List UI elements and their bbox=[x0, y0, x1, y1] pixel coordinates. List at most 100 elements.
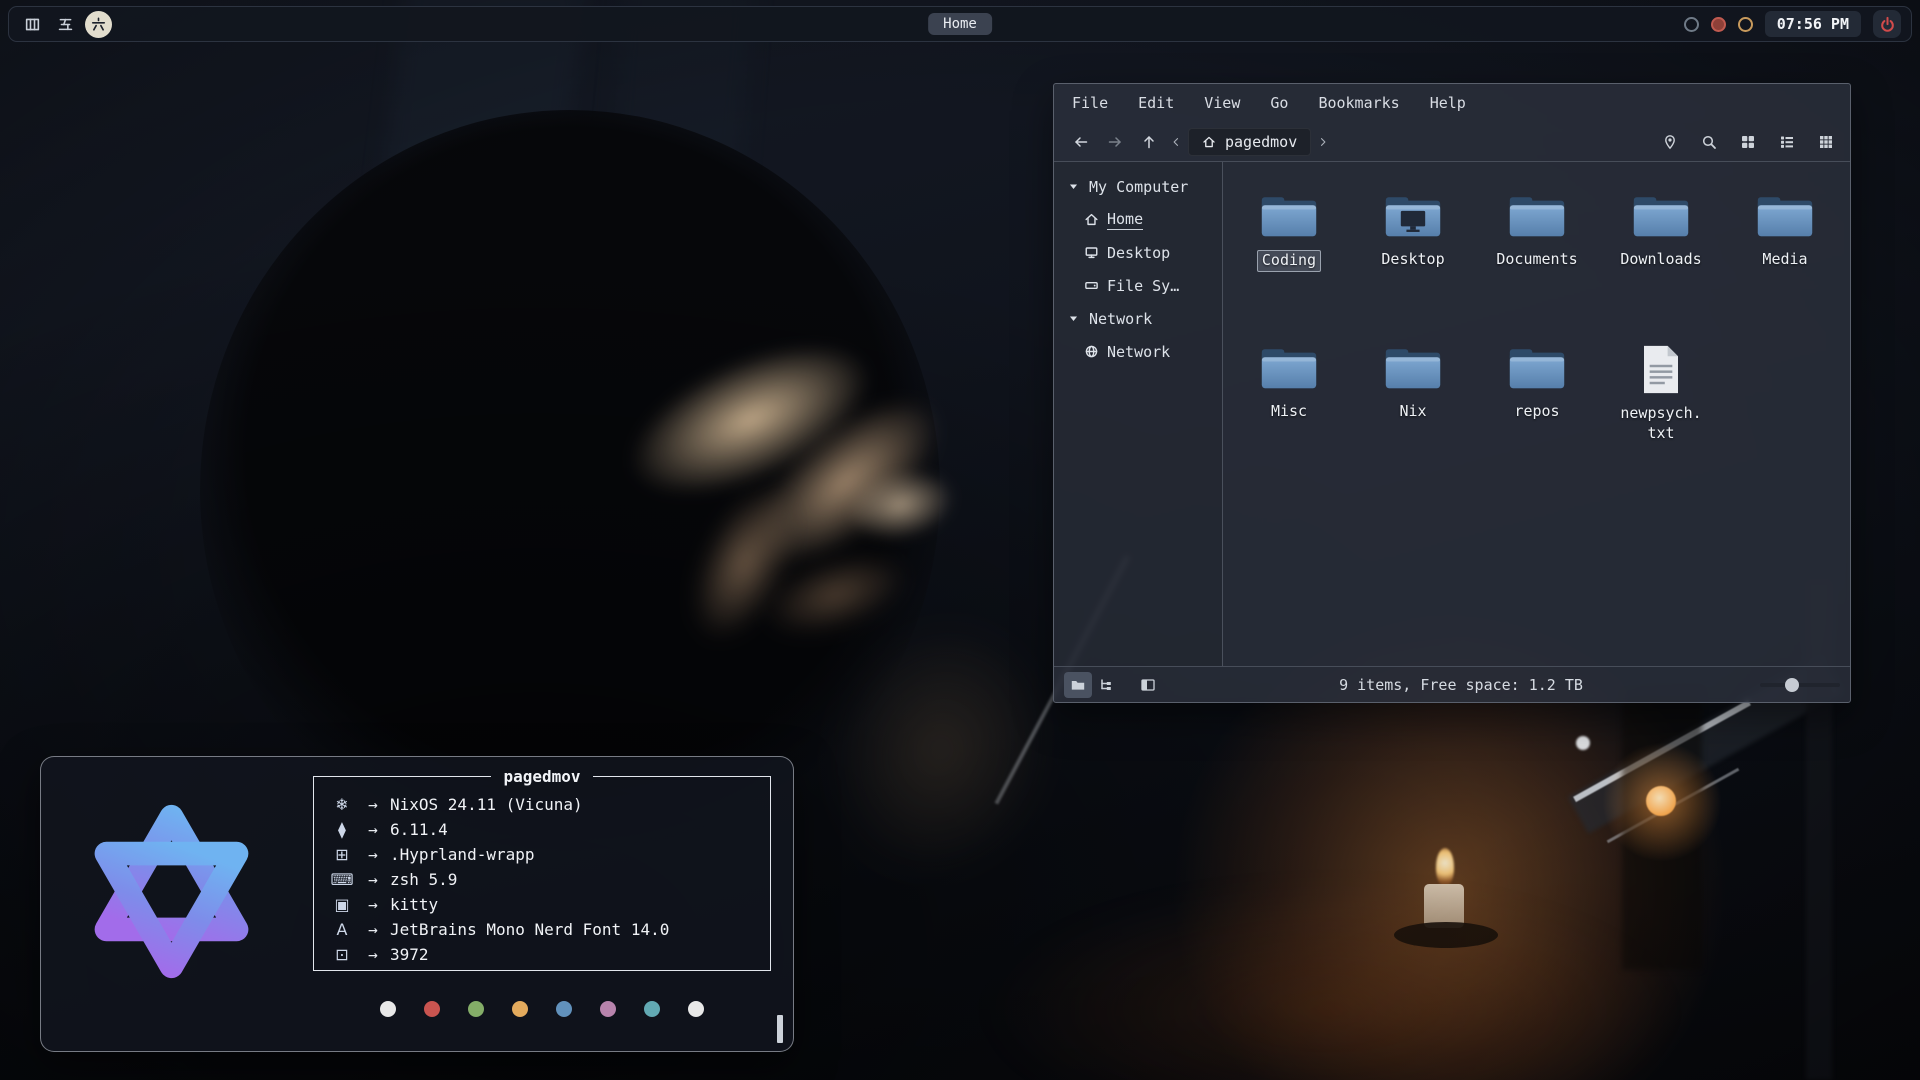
folder-icon bbox=[1631, 192, 1691, 241]
forward-button[interactable] bbox=[1100, 128, 1130, 156]
fetch-row-packages: ⊡ → 3972 bbox=[314, 942, 770, 967]
status-text: 9 items, Free space: 1.2 TB bbox=[1162, 676, 1760, 694]
window-manager-icon: ⊞ bbox=[328, 845, 356, 864]
top-bar-right: 07:56 PM bbox=[1684, 10, 1901, 38]
arrow-icon: → bbox=[356, 895, 390, 914]
path-bar-current-location[interactable]: pagedmov bbox=[1188, 128, 1311, 156]
zoom-slider-track bbox=[1760, 683, 1840, 687]
window-body: My Computer Home Desktop File Sy… Networ… bbox=[1054, 162, 1850, 666]
sidebar-section-label: Network bbox=[1089, 310, 1152, 328]
fetch-row-os: ❄ → NixOS 24.11 (Vicuna) bbox=[314, 792, 770, 817]
file-item-label: Misc bbox=[1271, 402, 1307, 422]
icon-view-button[interactable] bbox=[1736, 130, 1760, 154]
terminal-window[interactable]: pagedmov ❄ → NixOS 24.11 (Vicuna) ⧫ → 6.… bbox=[40, 756, 794, 1052]
list-view-icon bbox=[1779, 134, 1795, 150]
desktop-folder-icon bbox=[1383, 192, 1443, 241]
palette-dot bbox=[688, 1001, 704, 1017]
font-icon: A bbox=[328, 920, 356, 939]
menu-go[interactable]: Go bbox=[1268, 92, 1290, 114]
file-item-nix[interactable]: Nix bbox=[1351, 344, 1475, 496]
path-scroll-right-button[interactable] bbox=[1315, 128, 1331, 156]
back-button[interactable] bbox=[1066, 128, 1096, 156]
dual-pane-toggle-button[interactable] bbox=[1134, 672, 1162, 698]
tray-icon-2[interactable] bbox=[1711, 17, 1726, 32]
kernel-icon: ⧫ bbox=[328, 820, 356, 839]
tray-icon-1[interactable] bbox=[1684, 17, 1699, 32]
compact-view-button[interactable] bbox=[1814, 130, 1838, 154]
workspace-button-6-active[interactable] bbox=[85, 11, 112, 38]
tray-icon-3[interactable] bbox=[1738, 17, 1753, 32]
file-item-label: Nix bbox=[1399, 402, 1426, 422]
power-icon bbox=[1879, 16, 1896, 33]
path-scroll-left-button[interactable] bbox=[1168, 128, 1184, 156]
palette-dot bbox=[512, 1001, 528, 1017]
workspace-button-4[interactable] bbox=[19, 11, 46, 38]
file-item-desktop[interactable]: Desktop bbox=[1351, 192, 1475, 344]
file-item-media[interactable]: Media bbox=[1723, 192, 1847, 344]
top-bar: Home 07:56 PM bbox=[8, 6, 1912, 42]
home-icon bbox=[1084, 212, 1099, 227]
menu-bookmarks[interactable]: Bookmarks bbox=[1316, 92, 1401, 114]
file-item-newpsych-txt[interactable]: newpsych.txt bbox=[1599, 344, 1723, 496]
status-bar: 9 items, Free space: 1.2 TB bbox=[1054, 666, 1850, 702]
fetch-value-font: JetBrains Mono Nerd Font 14.0 bbox=[390, 920, 669, 939]
file-manager-window: File Edit View Go Bookmarks Help pagedmo… bbox=[1053, 83, 1851, 703]
file-item-repos[interactable]: repos bbox=[1475, 344, 1599, 496]
packages-icon: ⊡ bbox=[328, 945, 356, 964]
sidebar-item-file-system[interactable]: File Sy… bbox=[1062, 269, 1222, 302]
fetch-value-wm: .Hyprland-wrapp bbox=[390, 845, 535, 864]
tree-view-icon bbox=[1098, 677, 1114, 693]
file-item-label: newpsych.txt bbox=[1620, 404, 1701, 444]
sidebar-item-home[interactable]: Home bbox=[1062, 203, 1222, 236]
kanji-six-icon bbox=[90, 16, 107, 33]
sidebar-section-my-computer[interactable]: My Computer bbox=[1062, 170, 1222, 203]
tree-view-toggle-button[interactable] bbox=[1092, 672, 1120, 698]
desktop: Home 07:56 PM File Edit View Go Bookmark… bbox=[0, 0, 1920, 1080]
hard-drive-icon bbox=[1084, 278, 1099, 293]
up-button[interactable] bbox=[1134, 128, 1164, 156]
menu-view[interactable]: View bbox=[1202, 92, 1242, 114]
sidebar-section-network[interactable]: Network bbox=[1062, 302, 1222, 335]
fetch-row-wm: ⊞ → .Hyprland-wrapp bbox=[314, 842, 770, 867]
kanji-four-icon bbox=[24, 16, 41, 33]
search-icon bbox=[1701, 134, 1717, 150]
toolbar: pagedmov bbox=[1054, 122, 1850, 162]
sidebar-item-label: Home bbox=[1107, 210, 1143, 230]
terminal-palette bbox=[313, 1001, 771, 1017]
folder-icon bbox=[1259, 192, 1319, 241]
split-pane-icon bbox=[1140, 677, 1156, 693]
text-file-icon bbox=[1640, 344, 1682, 395]
fetch-value-shell: zsh 5.9 bbox=[390, 870, 457, 889]
file-item-label: repos bbox=[1514, 402, 1559, 422]
menu-file[interactable]: File bbox=[1070, 92, 1110, 114]
file-item-coding[interactable]: Coding bbox=[1227, 192, 1351, 344]
focused-window-title[interactable]: Home bbox=[928, 13, 992, 35]
zoom-slider[interactable] bbox=[1760, 677, 1840, 693]
toolbar-right-group bbox=[1658, 130, 1838, 154]
file-item-label: Desktop bbox=[1381, 250, 1444, 270]
side-pane-toggle-button[interactable] bbox=[1064, 672, 1092, 698]
fetch-rows: ❄ → NixOS 24.11 (Vicuna) ⧫ → 6.11.4 ⊞ → … bbox=[314, 786, 770, 967]
sidebar-item-desktop[interactable]: Desktop bbox=[1062, 236, 1222, 269]
power-button[interactable] bbox=[1873, 10, 1901, 38]
arrow-icon: → bbox=[356, 795, 390, 814]
path-location-label: pagedmov bbox=[1225, 133, 1297, 151]
sidebar-item-network[interactable]: Network bbox=[1062, 335, 1222, 368]
nixos-logo bbox=[69, 789, 274, 994]
arrow-left-icon bbox=[1073, 134, 1089, 150]
workspace-button-5[interactable] bbox=[52, 11, 79, 38]
location-button[interactable] bbox=[1658, 130, 1682, 154]
compact-view-icon bbox=[1818, 134, 1834, 150]
file-item-downloads[interactable]: Downloads bbox=[1599, 192, 1723, 344]
file-item-misc[interactable]: Misc bbox=[1227, 344, 1351, 496]
fetch-info-box: pagedmov ❄ → NixOS 24.11 (Vicuna) ⧫ → 6.… bbox=[313, 767, 771, 971]
expander-icon bbox=[1066, 311, 1081, 326]
sidebar-section-label: My Computer bbox=[1089, 178, 1188, 196]
list-view-button[interactable] bbox=[1775, 130, 1799, 154]
menu-help[interactable]: Help bbox=[1428, 92, 1468, 114]
menu-edit[interactable]: Edit bbox=[1136, 92, 1176, 114]
search-button[interactable] bbox=[1697, 130, 1721, 154]
file-item-documents[interactable]: Documents bbox=[1475, 192, 1599, 344]
places-sidebar: My Computer Home Desktop File Sy… Networ… bbox=[1054, 162, 1222, 666]
zoom-slider-knob[interactable] bbox=[1785, 678, 1799, 692]
